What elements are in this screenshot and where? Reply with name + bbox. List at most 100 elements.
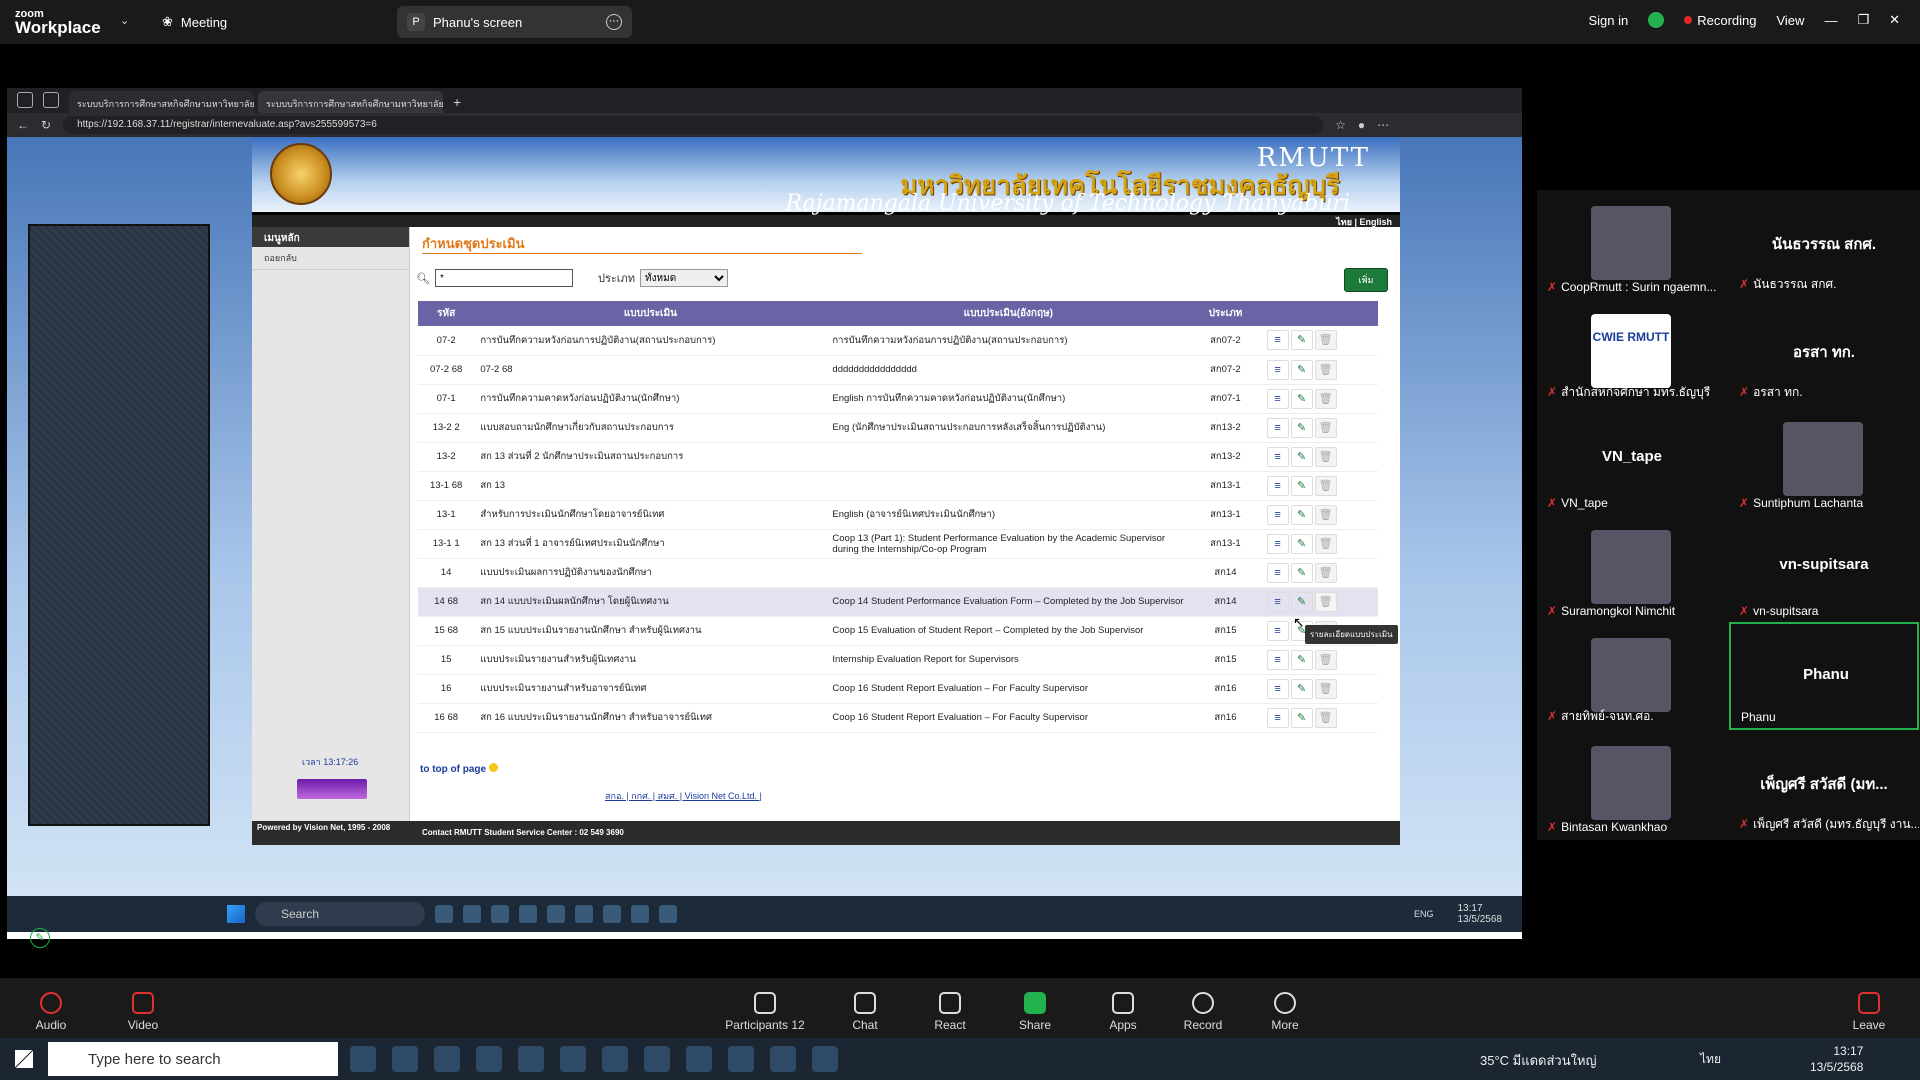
delete-icon[interactable]: 🗑︎ bbox=[1314, 562, 1337, 583]
video-button[interactable]: Video bbox=[108, 992, 178, 1032]
workspaces-icon[interactable] bbox=[17, 92, 33, 108]
edge-task-icon[interactable] bbox=[770, 1046, 796, 1072]
delete-icon[interactable]: 🗑︎ bbox=[1314, 475, 1337, 496]
line-icon[interactable] bbox=[575, 905, 593, 923]
share-indicator[interactable]: P Phanu's screen ⋯ bbox=[397, 6, 632, 38]
files-icon[interactable] bbox=[686, 1046, 712, 1072]
details-icon[interactable]: ≡ bbox=[1266, 678, 1289, 699]
line-task-icon[interactable] bbox=[728, 1046, 754, 1072]
details-icon[interactable]: ≡ bbox=[1266, 504, 1289, 525]
profile-icon[interactable]: ● bbox=[1358, 118, 1365, 132]
participant-tile[interactable]: vn-supitsara ✗ vn-supitsara bbox=[1729, 514, 1919, 622]
edit-icon[interactable]: ✎ bbox=[1290, 446, 1313, 467]
close-icon[interactable]: ✕ bbox=[1889, 12, 1900, 28]
tab-actions-icon[interactable] bbox=[43, 92, 59, 108]
delete-icon[interactable]: 🗑︎ bbox=[1314, 446, 1337, 467]
view-button[interactable]: View bbox=[1776, 13, 1804, 28]
edit-icon[interactable]: ✎ bbox=[1290, 562, 1313, 583]
participant-tile[interactable]: ✗ Suramongkol Nimchit bbox=[1537, 514, 1727, 622]
details-icon[interactable]: ≡ bbox=[1266, 533, 1289, 554]
signin-link[interactable]: Sign in bbox=[1588, 13, 1628, 28]
side-menu-back[interactable]: ถอยกลับ bbox=[252, 247, 409, 270]
more-button[interactable]: More bbox=[1250, 992, 1320, 1032]
shared-search-box[interactable]: Search bbox=[255, 902, 425, 926]
apps-button[interactable]: Apps bbox=[1088, 992, 1158, 1032]
back-icon[interactable]: ← bbox=[17, 118, 29, 132]
windows-clock[interactable]: 13:17 13/5/2568 bbox=[1810, 1043, 1863, 1075]
details-icon[interactable]: ≡ bbox=[1266, 591, 1289, 612]
recording-indicator[interactable]: Recording bbox=[1684, 13, 1756, 28]
add-button[interactable]: เพิ่ม bbox=[1344, 268, 1388, 292]
audio-button[interactable]: Audio bbox=[16, 992, 86, 1032]
edit-icon[interactable]: ✎ bbox=[1290, 388, 1313, 409]
mail-icon[interactable] bbox=[560, 1046, 586, 1072]
browser-tab-2[interactable]: ระบบบริการการศึกษาสหกิจศึกษามหาวิทยาลัยร… bbox=[258, 91, 443, 113]
react-button[interactable]: React bbox=[915, 992, 985, 1032]
delete-icon[interactable]: 🗑︎ bbox=[1314, 504, 1337, 525]
meeting-menu[interactable]: ❀ Meeting bbox=[162, 14, 227, 30]
menu-icon[interactable]: ⋯ bbox=[1377, 118, 1389, 132]
details-icon[interactable]: ≡ bbox=[1266, 475, 1289, 496]
shield-icon[interactable] bbox=[1648, 12, 1665, 28]
details-icon[interactable]: ≡ bbox=[1266, 330, 1289, 351]
participant-tile[interactable]: นันธวรรณ สกศ. ✗ นันธวรรณ สกศ. bbox=[1729, 190, 1919, 298]
delete-icon[interactable]: 🗑︎ bbox=[1314, 678, 1337, 699]
language-switch[interactable]: ไทย | English bbox=[252, 215, 1400, 227]
delete-icon[interactable]: 🗑︎ bbox=[1314, 388, 1337, 409]
delete-icon[interactable]: 🗑︎ bbox=[1314, 707, 1337, 728]
details-icon[interactable]: ≡ bbox=[1266, 562, 1289, 583]
chrome-task-icon[interactable] bbox=[812, 1046, 838, 1072]
reload-icon[interactable]: ↻ bbox=[41, 118, 51, 132]
delete-icon[interactable]: 🗑︎ bbox=[1314, 649, 1337, 670]
participant-tile[interactable]: VN_tape ✗ VN_tape bbox=[1537, 406, 1727, 514]
delete-icon[interactable]: 🗑︎ bbox=[1314, 417, 1337, 438]
participant-tile[interactable]: ✗ Suntiphum Lachanta bbox=[1729, 406, 1919, 514]
participant-tile[interactable]: อรสา ทก. ✗ อรสา ทก. bbox=[1729, 298, 1919, 406]
participant-tile[interactable]: ✗ CoopRmutt : Surin ngaemn... bbox=[1537, 190, 1727, 298]
edit-icon[interactable]: ✎ bbox=[1290, 678, 1313, 699]
details-icon[interactable]: ≡ bbox=[1266, 359, 1289, 380]
edit-icon[interactable]: ✎ bbox=[1290, 504, 1313, 525]
record-button[interactable]: Record bbox=[1168, 992, 1238, 1032]
to-top-link[interactable]: to top of page bbox=[420, 763, 499, 775]
participants-button[interactable]: Participants 12 bbox=[720, 992, 810, 1032]
details-icon[interactable]: ≡ bbox=[1266, 417, 1289, 438]
participant-tile[interactable]: เพ็ญศรี สวัสดี (มท... ✗ เพ็ญศรี สวัสดี (มท… bbox=[1729, 730, 1919, 838]
details-icon[interactable]: ≡ bbox=[1266, 388, 1289, 409]
firefox-icon[interactable] bbox=[519, 905, 537, 923]
edit-icon[interactable]: ✎ bbox=[1290, 533, 1313, 554]
windows-logo-icon[interactable] bbox=[227, 905, 245, 923]
edit-icon[interactable]: ✎ bbox=[1290, 417, 1313, 438]
chrome-icon[interactable] bbox=[463, 905, 481, 923]
edit-icon[interactable]: ✎ bbox=[1290, 649, 1313, 670]
new-tab-icon[interactable]: + bbox=[453, 94, 461, 110]
chevron-down-icon[interactable]: ⌄ bbox=[120, 14, 129, 27]
delete-icon[interactable]: 🗑︎ bbox=[1314, 591, 1337, 612]
monitor-icon[interactable] bbox=[392, 1046, 418, 1072]
footer-links[interactable]: สกอ. | กกศ. | สมศ. | Vision Net Co.Ltd. … bbox=[605, 789, 762, 803]
windows-search-box[interactable]: Type here to search bbox=[48, 1042, 338, 1076]
type-select[interactable]: ทั้งหมด bbox=[640, 269, 729, 287]
browser-tab-1[interactable]: ระบบบริการการศึกษาสหกิจศึกษามหาวิทยาลัยร… bbox=[69, 91, 254, 113]
details-icon[interactable]: ≡ bbox=[1266, 649, 1289, 670]
word-icon[interactable] bbox=[631, 905, 649, 923]
favorite-icon[interactable]: ☆ bbox=[1335, 118, 1346, 132]
notepad-icon[interactable] bbox=[434, 1046, 460, 1072]
details-icon[interactable]: ≡ bbox=[1266, 446, 1289, 467]
delete-icon[interactable]: 🗑︎ bbox=[1314, 533, 1337, 554]
edit-icon[interactable]: ✎ bbox=[1290, 475, 1313, 496]
chat-button[interactable]: Chat bbox=[830, 992, 900, 1032]
start-button-icon[interactable] bbox=[15, 1050, 33, 1068]
url-field[interactable]: https://192.168.37.11/registrar/internev… bbox=[63, 116, 1324, 134]
task-view-icon[interactable] bbox=[350, 1046, 376, 1072]
participant-tile[interactable]: CWIE RMUTT ✗ สำนักสหกิจศึกษา มทร.ธัญบุรี bbox=[1537, 298, 1727, 406]
zoom-task-icon[interactable] bbox=[602, 1046, 628, 1072]
input-language[interactable]: ไทย bbox=[1700, 1050, 1721, 1069]
folder-icon[interactable] bbox=[603, 905, 621, 923]
calculator-icon[interactable] bbox=[476, 1046, 502, 1072]
edit-icon[interactable]: ✎ bbox=[1290, 330, 1313, 351]
details-icon[interactable]: ≡ bbox=[1266, 707, 1289, 728]
teams-icon[interactable] bbox=[435, 905, 453, 923]
more-icon[interactable]: ⋯ bbox=[606, 14, 622, 30]
annotate-icon[interactable]: ✎ bbox=[30, 928, 50, 948]
